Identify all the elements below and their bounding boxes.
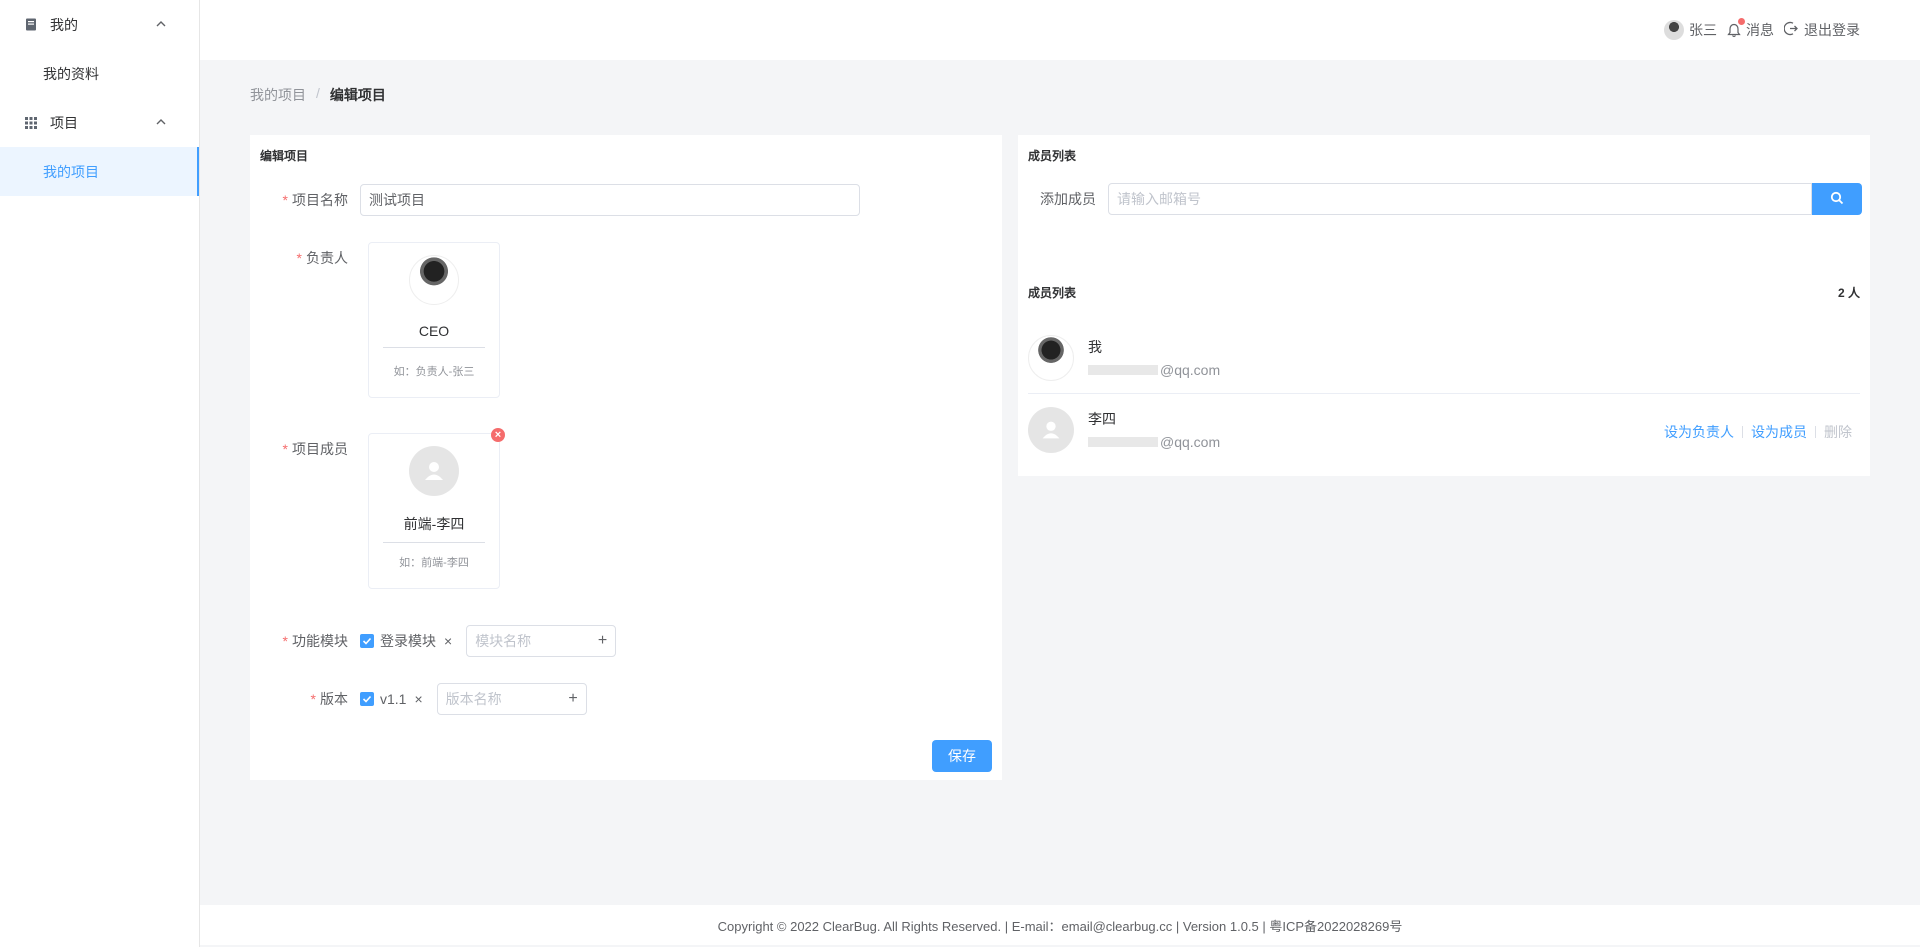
- panel-title: 编辑项目: [260, 149, 309, 163]
- divider: [1742, 426, 1743, 438]
- owner-card[interactable]: CEO 如：负责人-张三: [368, 242, 500, 398]
- member-actions: 设为负责人 设为成员 删除: [1664, 422, 1852, 442]
- panel-title: 成员列表: [1028, 149, 1077, 163]
- member-email: @qq.com: [1088, 434, 1220, 450]
- name-label: * 项目名称: [282, 192, 348, 208]
- avatar: [409, 446, 459, 496]
- divider: [1815, 426, 1816, 438]
- user-menu[interactable]: 张三: [1664, 20, 1717, 40]
- messages-label: 消息: [1746, 22, 1774, 38]
- module-name-input[interactable]: 模块名称 +: [466, 625, 617, 657]
- member-count: 2 人: [1837, 286, 1860, 300]
- grid-icon: [24, 116, 38, 129]
- version-tag: v1.1: [380, 691, 407, 707]
- member-name: 李四: [1088, 411, 1116, 427]
- remove-member-icon[interactable]: ×: [491, 428, 505, 442]
- add-version-icon[interactable]: +: [568, 690, 577, 708]
- modules-label: * 功能模块: [282, 633, 348, 649]
- menu-group-label: 我的: [50, 16, 78, 33]
- breadcrumb-parent[interactable]: 我的项目: [250, 85, 306, 105]
- footer: Copyright © 2022 ClearBug. All Rights Re…: [200, 905, 1920, 945]
- owner-hint: 如：负责人-张三: [393, 366, 475, 378]
- notification-dot: [1738, 17, 1745, 25]
- user-name: 张三: [1689, 22, 1717, 38]
- edit-project-panel: 编辑项目 * 项目名称 测试项目 * 负责人 CEO 如：负责人-张三 * 项目成员 …: [250, 135, 1002, 780]
- menu-group-mine[interactable]: 我的: [0, 0, 199, 49]
- sidebar-item-my-profile[interactable]: 我的资料: [0, 49, 199, 98]
- version-label: * 版本: [310, 691, 348, 707]
- delete-member-link[interactable]: 删除: [1824, 422, 1852, 442]
- members-panel: 成员列表 添加成员 请输入邮箱号 成员列表 2 人 我 @qq.com 李四 @…: [1018, 135, 1870, 476]
- owner-label: * 负责人: [296, 250, 348, 266]
- member-name: 我: [1088, 339, 1102, 355]
- menu-group-projects[interactable]: 项目: [0, 98, 199, 147]
- member-email: @qq.com: [1088, 362, 1220, 378]
- logout-button[interactable]: 退出登录: [1783, 20, 1860, 40]
- logout-icon: [1783, 21, 1799, 39]
- member-list-title: 成员列表: [1028, 286, 1077, 300]
- remove-module-icon[interactable]: ×: [444, 633, 452, 649]
- member-hint: 如：前端-李四: [399, 557, 469, 569]
- remove-version-icon[interactable]: ×: [414, 691, 422, 707]
- avatar: [1664, 20, 1684, 40]
- module-tag: 登录模块: [380, 633, 436, 649]
- top-header: 张三 消息 退出登录: [200, 0, 1920, 60]
- set-member-link[interactable]: 设为成员: [1751, 422, 1807, 442]
- owner-role[interactable]: CEO: [383, 323, 485, 348]
- bell-icon: [1727, 17, 1745, 38]
- breadcrumb-current: 编辑项目: [329, 87, 386, 103]
- sidebar: 我的 我的资料 项目 我的项目: [0, 0, 200, 947]
- members-label: * 项目成员: [282, 441, 348, 457]
- add-member-label: 添加成员: [1040, 191, 1096, 207]
- avatar: [1028, 335, 1074, 381]
- breadcrumb: 我的项目 / 编辑项目: [250, 85, 386, 105]
- search-icon: [1830, 191, 1844, 208]
- breadcrumb-separator: /: [316, 85, 320, 101]
- avatar: [1028, 407, 1074, 453]
- avatar: [409, 255, 459, 305]
- version-name-input[interactable]: 版本名称 +: [436, 683, 587, 715]
- add-module-icon[interactable]: +: [598, 632, 607, 650]
- checkbox-checked-icon[interactable]: [360, 634, 374, 648]
- list-item: 我 @qq.com: [1028, 322, 1860, 394]
- book-icon: [24, 18, 38, 31]
- sidebar-item-my-projects[interactable]: 我的项目: [0, 147, 199, 196]
- list-item: 李四 @qq.com 设为负责人 设为成员 删除: [1028, 394, 1860, 466]
- checkbox-checked-icon[interactable]: [360, 692, 374, 706]
- save-button[interactable]: 保存: [932, 740, 992, 772]
- chevron-up-icon: [155, 115, 167, 131]
- project-name-input[interactable]: 测试项目: [360, 184, 860, 216]
- email-search-input[interactable]: 请输入邮箱号: [1108, 183, 1812, 215]
- menu-group-label: 项目: [50, 114, 78, 131]
- logout-label: 退出登录: [1804, 22, 1860, 38]
- set-owner-link[interactable]: 设为负责人: [1664, 422, 1734, 442]
- search-button[interactable]: [1812, 183, 1862, 215]
- member-role[interactable]: 前端-李四: [383, 514, 485, 543]
- messages-button[interactable]: 消息: [1727, 17, 1774, 40]
- member-card[interactable]: 前端-李四 如：前端-李四 ×: [368, 428, 505, 589]
- chevron-up-icon: [155, 17, 167, 33]
